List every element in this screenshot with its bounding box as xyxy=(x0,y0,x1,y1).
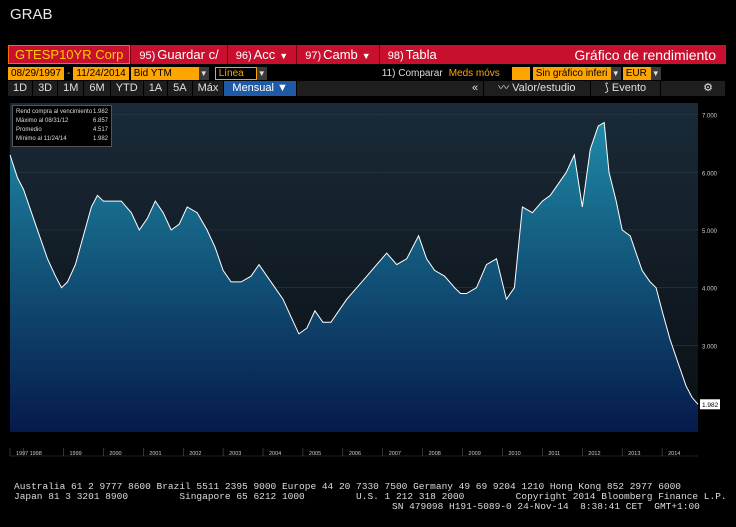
legend-max-label: Máximo al 08/31/12 xyxy=(16,118,69,124)
x-tick-label: 1998 xyxy=(30,451,42,457)
footer: Australia 61 2 9777 8600 Brazil 5511 239… xyxy=(14,482,727,512)
tab-1a[interactable]: 1A xyxy=(144,81,169,96)
legend-min-value: 1.982 xyxy=(92,136,108,142)
end-date-field[interactable]: 11/24/2014 xyxy=(73,66,129,80)
legend-row-avg: Promedio 4.517 xyxy=(16,126,108,135)
studies-button[interactable]: 〰 Valor/estudio xyxy=(484,81,591,96)
table-button-label: Tabla xyxy=(405,47,437,62)
gear-icon[interactable]: ⚙ xyxy=(691,81,726,96)
chart-legend: Rend compra al vencimiento 1.982 Máximo a… xyxy=(12,105,112,147)
y-tick-label: 5.000 xyxy=(702,229,718,235)
legend-title-value: 1.982 xyxy=(92,109,108,115)
y-tick-label: 4.000 xyxy=(702,287,718,293)
change-menu[interactable]: 97) Camb ▼ xyxy=(296,45,379,64)
x-tick-label: 2002 xyxy=(189,451,201,457)
parameter-row: 08/29/1997 - 11/24/2014 Bid YTM ▼ Línea … xyxy=(8,66,726,80)
tab-5a[interactable]: 5A xyxy=(168,81,193,96)
frequency-label: Mensual xyxy=(232,82,274,94)
field-select[interactable]: Bid YTM xyxy=(130,66,199,80)
x-tick-label: 1999 xyxy=(69,451,81,457)
legend-title-row: Rend compra al vencimiento 1.982 xyxy=(16,108,108,117)
x-tick-label: 2012 xyxy=(588,451,600,457)
x-tick-label: 1997 xyxy=(16,451,28,457)
start-date-field[interactable]: 08/29/1997 xyxy=(8,66,65,80)
tab-ytd[interactable]: YTD xyxy=(111,81,144,96)
app-title: GRAB xyxy=(10,6,53,23)
chevron-down-icon[interactable]: ▼ xyxy=(650,66,661,80)
x-tick-label: 2007 xyxy=(389,451,401,457)
studies-icon: 〰 xyxy=(498,82,510,94)
last-value-label: 1.982 xyxy=(702,402,719,409)
x-tick-label: 2004 xyxy=(269,451,281,457)
chart-type-title: Gráfico de rendimiento xyxy=(574,46,716,63)
chevron-down-icon: ▼ xyxy=(361,51,371,61)
legend-min-label: Mínimo al 11/24/14 xyxy=(16,136,67,142)
x-tick-label: 2006 xyxy=(349,451,361,457)
legend-row-min: Mínimo al 11/24/14 1.982 xyxy=(16,135,108,144)
compare-num: 11) xyxy=(381,67,396,79)
event-label: Evento xyxy=(611,82,647,94)
chevron-down-icon[interactable]: ▼ xyxy=(610,66,621,80)
x-tick-label: 2014 xyxy=(668,451,680,457)
date-separator: - xyxy=(64,66,74,80)
footer-line-3: SN 479098 H191-5089-0 24-Nov-14 8:38:41 … xyxy=(392,501,700,512)
save-menu-label: Guardar c/ xyxy=(157,47,219,62)
save-menu-num: 95) xyxy=(139,50,156,62)
chevron-down-icon: ▼ xyxy=(277,82,288,94)
x-tick-label: 2000 xyxy=(109,451,121,457)
legend-title: Rend compra al vencimiento xyxy=(16,109,93,115)
chevron-down-icon[interactable]: ▼ xyxy=(256,66,267,80)
currency-field[interactable]: EUR xyxy=(622,66,651,80)
table-button[interactable]: 98) Tabla xyxy=(378,45,445,64)
y-tick-label: 6.000 xyxy=(702,171,718,177)
chevron-down-icon: ▼ xyxy=(279,51,289,61)
period-tabs: 1D 3D 1M 6M YTD 1A 5A Máx Mensual ▼ « 〰 … xyxy=(8,81,726,96)
tab-max[interactable]: Máx xyxy=(193,81,225,96)
save-menu[interactable]: 95) Guardar c/ xyxy=(130,45,226,64)
compare-label: Comparar xyxy=(398,67,443,79)
x-tick-label: 2010 xyxy=(508,451,520,457)
moving-average-field[interactable] xyxy=(511,66,530,80)
x-tick-label: 2008 xyxy=(429,451,441,457)
x-tick-label: 2001 xyxy=(149,451,161,457)
x-tick-label: 2003 xyxy=(229,451,241,457)
actions-menu-num: 96) xyxy=(235,50,252,62)
actions-menu[interactable]: 96) Acc ▼ xyxy=(226,45,297,64)
command-bar: GTESP10YR Corp 95) Guardar c/ 96) Acc ▼ 97)… xyxy=(8,45,726,64)
legend-max-value: 6.857 xyxy=(92,118,108,124)
compare-button[interactable]: 11) Comparar xyxy=(379,68,446,79)
event-icon: ⟆ xyxy=(604,82,609,94)
event-button[interactable]: ⟆ Evento xyxy=(591,81,662,96)
security-ticker-field[interactable]: GTESP10YR Corp xyxy=(8,45,131,64)
y-tick-label: 7.000 xyxy=(702,114,718,120)
secondary-chart-select[interactable]: Sin gráfico inferi xyxy=(532,66,611,80)
change-menu-label: Camb xyxy=(323,47,358,62)
x-tick-label: 2009 xyxy=(469,451,481,457)
legend-row-max: Máximo al 08/31/12 6.857 xyxy=(16,117,108,126)
tab-1d[interactable]: 1D xyxy=(8,81,34,96)
tab-3d[interactable]: 3D xyxy=(33,81,59,96)
moving-average-button[interactable]: Meds móvs xyxy=(446,68,512,79)
y-tick-label: 3.000 xyxy=(702,344,718,350)
tab-6m[interactable]: 6M xyxy=(84,81,111,96)
actions-menu-label: Acc xyxy=(253,47,276,62)
chevron-down-icon[interactable]: ▼ xyxy=(198,66,209,80)
legend-avg-value: 4.517 xyxy=(92,127,108,133)
x-tick-label: 2013 xyxy=(628,451,640,457)
table-button-num: 98) xyxy=(387,50,404,62)
legend-avg-label: Promedio xyxy=(16,127,42,133)
chart-area: 2.0003.0004.0005.0006.0007.0001.98219971… xyxy=(8,97,726,457)
yield-chart: 2.0003.0004.0005.0006.0007.0001.98219971… xyxy=(9,103,720,457)
x-tick-label: 2011 xyxy=(548,451,560,457)
studies-label: Valor/estudio xyxy=(512,82,576,94)
tab-1m[interactable]: 1M xyxy=(58,81,85,96)
collapse-button[interactable]: « xyxy=(467,81,485,96)
change-menu-num: 97) xyxy=(305,50,322,62)
x-tick-label: 2005 xyxy=(309,451,321,457)
frequency-select[interactable]: Mensual ▼ xyxy=(224,81,297,96)
style-select[interactable]: Línea xyxy=(214,66,257,80)
